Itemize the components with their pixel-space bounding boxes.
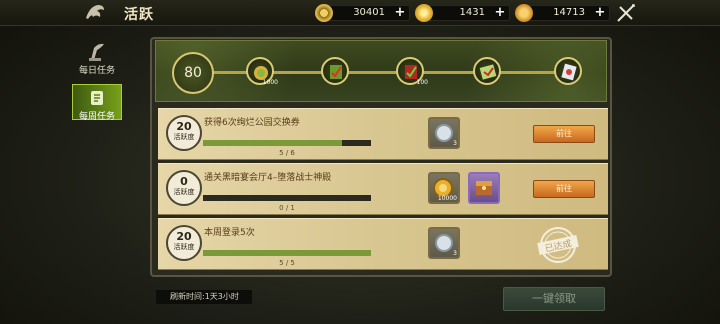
task-progress-text: 0 / 1 [279, 204, 295, 212]
resource-gold-coin: 14713 + [515, 4, 610, 22]
task-reward-item[interactable]: 3 [428, 227, 460, 259]
task-name: 本周登录5次 [204, 228, 255, 238]
tab-label: 每日任务 [78, 66, 115, 76]
task-progress-text: 5 / 5 [279, 259, 295, 267]
refresh-time: 刷新时间:1天3小时 [156, 290, 252, 304]
task-points-label: 活跃度 [173, 243, 195, 251]
gear-coin-icon [315, 4, 333, 22]
quill-icon [89, 43, 104, 61]
task-row: 20 活跃度 本周登录5次 5 / 5 3 已达成 [158, 218, 608, 270]
task-reward-item[interactable]: 3 [428, 117, 460, 149]
task-points: 20 [176, 120, 192, 133]
treasure-chest-icon [476, 181, 492, 195]
milestone-reward-1[interactable]: 1000 [246, 57, 278, 86]
milestone-reward-3[interactable]: 100 [396, 57, 428, 86]
resource-gold-ingot: 1431 + [415, 4, 510, 22]
add-gear-coin-button[interactable]: + [393, 6, 407, 20]
resource-value: 14713 [553, 7, 585, 18]
add-gold-ingot-button[interactable]: + [493, 6, 507, 20]
task-points-badge: 20 活跃度 [166, 225, 202, 261]
gold-ingot-icon [415, 4, 433, 22]
claim-all-button[interactable]: 一键领取 [503, 287, 605, 311]
task-progress-bar [203, 195, 371, 201]
page-title: 活跃 [124, 7, 154, 23]
milestone-reward-4[interactable] [473, 57, 501, 85]
task-points: 0 [180, 175, 188, 188]
activity-points: 80 [172, 52, 214, 94]
completed-stamp: 已达成 [537, 227, 579, 263]
go-button[interactable]: 前往 [533, 125, 595, 143]
go-button[interactable]: 前往 [533, 180, 595, 198]
reward-count: 3 [453, 140, 457, 147]
task-progress-text: 5 / 6 [279, 149, 295, 157]
milestone-reward-5[interactable] [554, 57, 582, 85]
task-name: 通关黑暗宴会厅4–堕落战士神殿 [204, 173, 332, 183]
resource-value: 1431 [459, 7, 485, 18]
tab-weekly-tasks[interactable]: 每周任务 [72, 84, 122, 122]
close-icon[interactable] [615, 2, 637, 24]
task-points-badge: 0 活跃度 [166, 170, 202, 206]
gold-coin-icon [515, 4, 533, 22]
reward-count: 10000 [437, 195, 457, 202]
task-progress-bar [203, 250, 371, 256]
task-points: 20 [176, 230, 192, 243]
milestone-count: 1000 [262, 79, 278, 86]
add-gold-coin-button[interactable]: + [593, 6, 607, 20]
resource-value: 30401 [353, 7, 385, 18]
task-points-label: 活跃度 [173, 188, 195, 196]
task-points-badge: 20 活跃度 [166, 115, 202, 151]
top-bar: 活跃 30401 + 1431 + 14713 + [0, 0, 720, 26]
reward-count: 3 [453, 250, 457, 257]
tab-label: 每周任务 [78, 112, 115, 122]
task-reward-item[interactable] [468, 172, 500, 204]
milestone-reward-2[interactable] [321, 57, 349, 85]
task-name: 获得6次绚烂公园交换券 [204, 118, 300, 128]
dragon-emblem-icon [86, 5, 104, 19]
task-reward-item[interactable]: 10000 [428, 172, 460, 204]
milestone-count: 100 [416, 79, 428, 86]
map-scroll-icon [479, 64, 497, 80]
scroll-icon [91, 91, 103, 105]
resource-gear-coin: 30401 + [315, 4, 410, 22]
task-points-label: 活跃度 [173, 133, 195, 141]
task-progress-bar [203, 140, 371, 146]
tab-daily-tasks[interactable]: 每日任务 [70, 36, 124, 84]
task-row: 0 活跃度 通关黑暗宴会厅4–堕落战士神殿 0 / 1 10000 前往 [158, 163, 608, 215]
green-scroll-icon [330, 65, 342, 79]
crystal-card-icon [561, 63, 577, 81]
task-row: 20 活跃度 获得6次绚烂公园交换券 5 / 6 3 前往 [158, 108, 608, 160]
